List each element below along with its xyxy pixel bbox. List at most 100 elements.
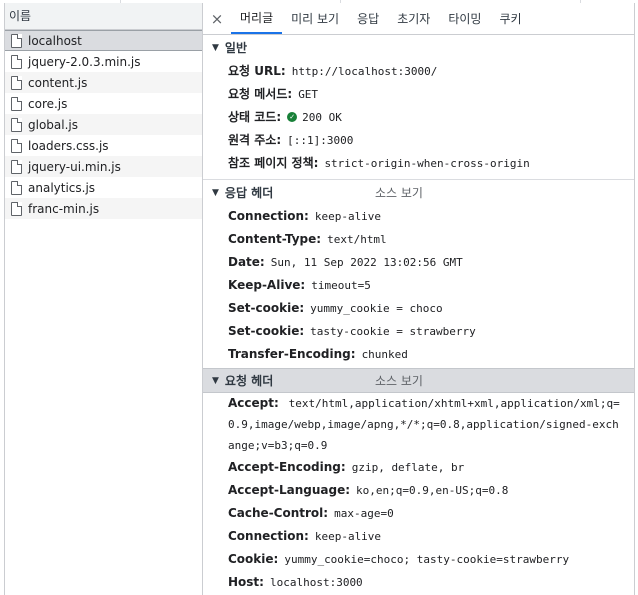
- header-value: yummy_cookie=choco; tasty-cookie=strawbe…: [284, 553, 570, 566]
- header-key: 요청 메서드:: [228, 87, 293, 101]
- document-icon: [11, 117, 22, 132]
- section-title: 일반: [224, 41, 248, 55]
- list-item[interactable]: localhost: [5, 30, 202, 51]
- header-row: 상태 코드: ✓ 200 OK: [203, 106, 634, 129]
- header-value: text/html,application/xhtml+xml,applicat…: [228, 397, 620, 452]
- header-key: Connection:: [228, 529, 309, 543]
- header-value: chunked: [361, 348, 408, 361]
- list-item[interactable]: analytics.js: [5, 177, 202, 198]
- list-item[interactable]: core.js: [5, 93, 202, 114]
- header-key: Accept-Language:: [228, 483, 351, 497]
- header-key: Transfer-Encoding:: [228, 347, 356, 361]
- list-item[interactable]: jquery-2.0.3.min.js: [5, 51, 202, 72]
- header-row: 요청 URL: http://localhost:3000/: [203, 60, 634, 83]
- header-key: Date:: [228, 255, 265, 269]
- header-row: Accept-Language: ko,en;q=0.9,en-US;q=0.8: [203, 479, 634, 502]
- header-value: http://localhost:3000/: [291, 65, 438, 78]
- file-name: content.js: [28, 75, 88, 90]
- file-name: global.js: [28, 117, 78, 132]
- document-icon: [11, 54, 22, 69]
- header-row: 원격 주소: [::1]:3000: [203, 129, 634, 152]
- detail-tab-bar: × 머리글 미리 보기 응답 초기자 타이밍 쿠키: [203, 3, 634, 35]
- list-item[interactable]: global.js: [5, 114, 202, 135]
- request-list: localhost jquery-2.0.3.min.js content.js…: [5, 30, 202, 219]
- header-value: timeout=5: [311, 279, 371, 292]
- header-key: Host:: [228, 575, 264, 589]
- list-item[interactable]: jquery-ui.min.js: [5, 156, 202, 177]
- header-value: keep-alive: [314, 530, 382, 543]
- response-headers-section: ▼ 응답 헤더 소스 보기 Connection: keep-alive Cont…: [203, 179, 634, 366]
- document-icon: [11, 138, 22, 153]
- header-row: Set-cookie: yummy_cookie = choco: [203, 297, 634, 320]
- header-row: Content-Type: text/html: [203, 228, 634, 251]
- list-item[interactable]: franc-min.js: [5, 198, 202, 219]
- document-icon: [11, 180, 22, 195]
- file-name: jquery-ui.min.js: [28, 159, 121, 174]
- header-key: Content-Type:: [228, 232, 322, 246]
- status-ok-icon: ✓: [287, 112, 298, 122]
- response-headers-header[interactable]: ▼ 응답 헤더 소스 보기: [203, 180, 634, 205]
- name-column-header[interactable]: 이름: [5, 3, 202, 30]
- header-key: 원격 주소:: [228, 133, 282, 147]
- view-source-link[interactable]: 소스 보기: [375, 372, 423, 389]
- tab-timing[interactable]: 타이밍: [439, 3, 490, 34]
- header-row: Host: localhost:3000: [203, 571, 634, 594]
- header-value: 200 OK: [302, 111, 342, 124]
- file-name: franc-min.js: [28, 201, 100, 216]
- tab-cookies[interactable]: 쿠키: [490, 3, 530, 34]
- list-item[interactable]: content.js: [5, 72, 202, 93]
- header-key: 상태 코드:: [228, 110, 282, 124]
- list-item[interactable]: loaders.css.js: [5, 135, 202, 156]
- file-name: loaders.css.js: [28, 138, 109, 153]
- tab-preview[interactable]: 미리 보기: [282, 3, 348, 34]
- header-key: 참조 페이지 정책:: [228, 156, 319, 170]
- header-value: tasty-cookie = strawberry: [310, 325, 476, 338]
- header-row: Accept: text/html,application/xhtml+xml,…: [203, 393, 634, 456]
- header-row: Set-cookie: tasty-cookie = strawberry: [203, 320, 634, 343]
- tab-initiator[interactable]: 초기자: [388, 3, 439, 34]
- request-details-panel: × 머리글 미리 보기 응답 초기자 타이밍 쿠키 ▼ 일반 요청 URL: ht…: [203, 3, 635, 595]
- header-value: GET: [298, 88, 319, 101]
- close-icon[interactable]: ×: [203, 3, 231, 34]
- header-row: Accept-Encoding: gzip, deflate, br: [203, 456, 634, 479]
- collapse-triangle-icon: ▼: [212, 42, 219, 53]
- view-source-link[interactable]: 소스 보기: [375, 184, 423, 201]
- header-value: gzip, deflate, br: [351, 461, 465, 474]
- document-icon: [11, 201, 22, 216]
- header-row: Connection: keep-alive: [203, 525, 634, 548]
- header-value: Sun, 11 Sep 2022 13:02:56 GMT: [270, 256, 463, 269]
- header-key: Keep-Alive:: [228, 278, 306, 292]
- header-row: Transfer-Encoding: chunked: [203, 343, 634, 366]
- general-section: ▼ 일반 요청 URL: http://localhost:3000/ 요청 메서…: [203, 35, 634, 175]
- collapse-triangle-icon: ▼: [212, 187, 219, 198]
- section-title: 요청 헤더: [224, 374, 274, 388]
- general-section-header[interactable]: ▼ 일반: [203, 35, 634, 60]
- header-value: localhost:3000: [269, 576, 363, 589]
- tab-response[interactable]: 응답: [348, 3, 388, 34]
- header-key: Accept-Encoding:: [228, 460, 346, 474]
- request-list-panel: 이름 localhost jquery-2.0.3.min.js content…: [4, 3, 203, 595]
- tab-headers[interactable]: 머리글: [231, 3, 283, 34]
- header-row: Connection: keep-alive: [203, 205, 634, 228]
- header-key: Connection:: [228, 209, 309, 223]
- header-row: Cache-Control: max-age=0: [203, 502, 634, 525]
- header-row: Keep-Alive: timeout=5: [203, 274, 634, 297]
- header-key: Cookie:: [228, 552, 279, 566]
- file-name: core.js: [28, 96, 68, 111]
- header-row: Date: Sun, 11 Sep 2022 13:02:56 GMT: [203, 251, 634, 274]
- document-icon: [11, 75, 22, 90]
- header-key: 요청 URL:: [228, 64, 286, 78]
- document-icon: [11, 159, 22, 174]
- header-value: ko,en;q=0.9,en-US;q=0.8: [356, 484, 509, 497]
- header-value: [::1]:3000: [287, 134, 354, 147]
- header-value: strict-origin-when-cross-origin: [324, 157, 530, 170]
- request-headers-section: ▼ 요청 헤더 소스 보기 Accept: text/html,applicat…: [203, 368, 634, 594]
- collapse-triangle-icon: ▼: [212, 375, 219, 386]
- header-key: Accept:: [228, 396, 279, 410]
- request-headers-header[interactable]: ▼ 요청 헤더 소스 보기: [203, 368, 634, 393]
- header-value: yummy_cookie = choco: [310, 302, 443, 315]
- header-row: Cookie: yummy_cookie=choco; tasty-cookie=…: [203, 548, 634, 571]
- document-icon: [11, 96, 22, 111]
- header-value: max-age=0: [334, 507, 394, 520]
- document-icon: [11, 33, 22, 48]
